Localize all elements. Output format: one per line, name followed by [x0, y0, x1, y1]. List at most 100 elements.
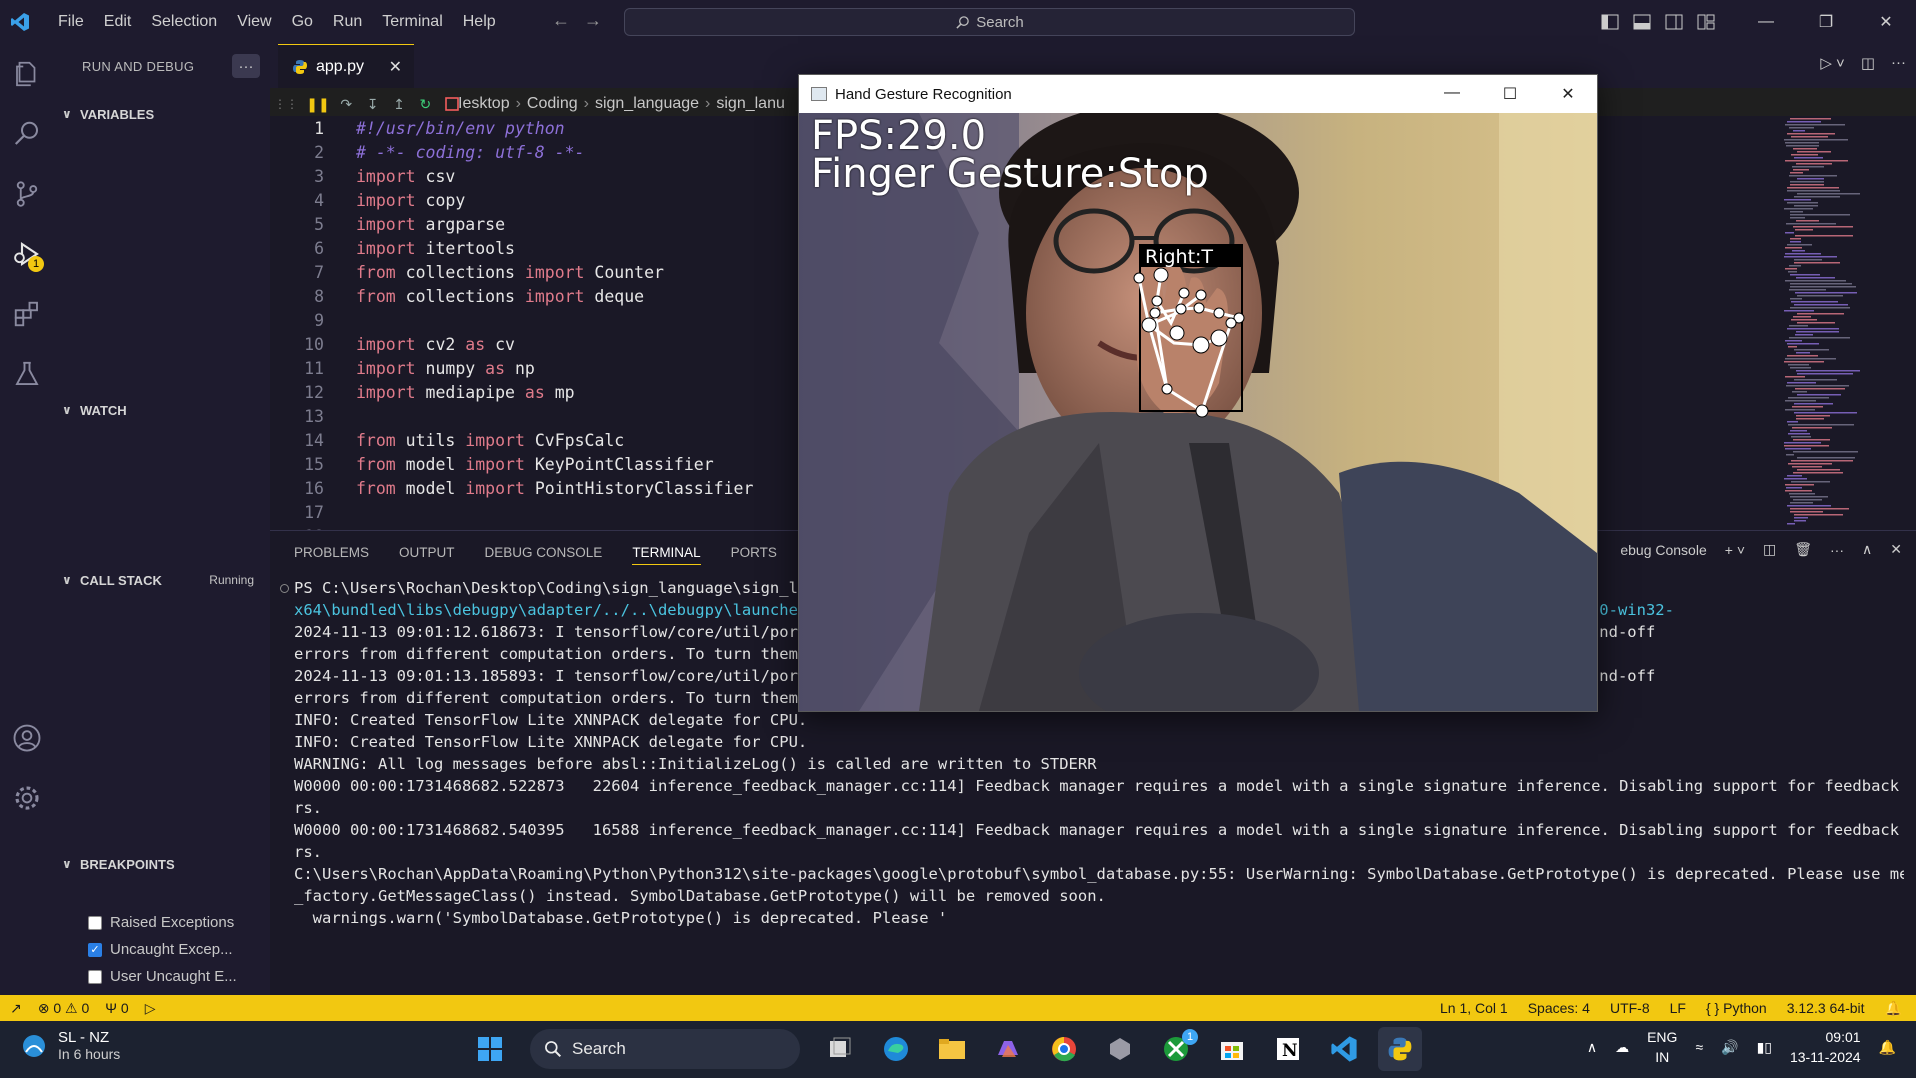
debug-launch-icon[interactable]: ▷: [145, 1000, 156, 1017]
weather-widget[interactable]: SL - NZ In 6 hours: [20, 1029, 120, 1062]
code-line[interactable]: 8 from collections import deque: [270, 284, 800, 308]
menu-go[interactable]: Go: [282, 0, 323, 44]
step-over-icon[interactable]: ↷: [338, 94, 354, 114]
taskbar-search[interactable]: Search: [530, 1029, 800, 1069]
gesture-window-titlebar[interactable]: Hand Gesture Recognition — ☐ ✕: [799, 75, 1597, 113]
tab-output[interactable]: OUTPUT: [399, 545, 455, 565]
toggle-secondary-sidebar-icon[interactable]: [1658, 14, 1690, 30]
menu-edit[interactable]: Edit: [94, 0, 142, 44]
remote-indicator-icon[interactable]: ↗: [10, 1000, 22, 1017]
vscode-taskbar-icon[interactable]: [1322, 1027, 1366, 1071]
more-actions-icon[interactable]: ···: [1830, 542, 1844, 558]
close-window-button[interactable]: ✕: [1856, 0, 1916, 44]
menu-run[interactable]: Run: [323, 0, 372, 44]
breadcrumb-item[interactable]: Ιesktop: [458, 95, 510, 113]
extensions-icon[interactable]: [0, 284, 54, 344]
clock[interactable]: 09:01 13-11-2024: [1790, 1027, 1861, 1067]
variables-section[interactable]: ∨ VARIABLES: [54, 102, 270, 126]
cursor-position[interactable]: Ln 1, Col 1: [1440, 1000, 1508, 1016]
terminal-name[interactable]: ebug Console: [1620, 542, 1706, 558]
breakpoint-raised-exceptions[interactable]: Raised Exceptions: [88, 914, 234, 931]
back-arrow-icon[interactable]: ←: [552, 10, 570, 31]
breakpoint-user-uncaught[interactable]: User Uncaught E...: [88, 968, 237, 985]
notion-icon[interactable]: N: [1266, 1027, 1310, 1071]
file-explorer-icon[interactable]: [930, 1027, 974, 1071]
code-editor[interactable]: 1 #!/usr/bin/env python 2 # -*- coding: utf…: [270, 116, 800, 530]
breakpoints-section[interactable]: ∨ BREAKPOINTS: [54, 852, 270, 876]
maximize-panel-icon[interactable]: ∧: [1862, 541, 1872, 558]
tab-problems[interactable]: PROBLEMS: [294, 545, 369, 565]
copilot-icon[interactable]: [986, 1027, 1030, 1071]
breadcrumb-item[interactable]: sign_lanu: [716, 95, 785, 113]
language-mode[interactable]: { } Python: [1706, 1000, 1767, 1016]
python-interpreter[interactable]: 3.12.3 64-bit: [1787, 1000, 1865, 1016]
battery-icon[interactable]: ▮▯: [1757, 1039, 1772, 1056]
code-line[interactable]: 10 import cv2 as cv: [270, 332, 800, 356]
code-line[interactable]: 9: [270, 308, 800, 332]
explorer-icon[interactable]: [0, 44, 54, 104]
breakpoint-uncaught-exceptions[interactable]: ✓ Uncaught Excep...: [88, 941, 233, 958]
microsoft-store-icon[interactable]: [1210, 1027, 1254, 1071]
xbox-icon[interactable]: 1: [1154, 1027, 1198, 1071]
restart-icon[interactable]: ↻: [417, 94, 433, 114]
code-line[interactable]: 6 import itertools: [270, 236, 800, 260]
checkbox[interactable]: [88, 969, 102, 984]
minimap[interactable]: [1782, 116, 1902, 530]
python-taskbar-icon[interactable]: [1378, 1027, 1422, 1071]
code-line[interactable]: 14 from utils import CvFpsCalc: [270, 428, 800, 452]
code-line[interactable]: 11 import numpy as np: [270, 356, 800, 380]
wifi-icon[interactable]: ≈: [1695, 1039, 1703, 1055]
edge-browser-icon[interactable]: [874, 1027, 918, 1071]
code-line[interactable]: 17: [270, 500, 800, 524]
menu-selection[interactable]: Selection: [141, 0, 227, 44]
ports-indicator[interactable]: Ψ 0: [105, 1000, 128, 1016]
split-editor-icon[interactable]: ◫: [1861, 54, 1875, 72]
more-actions-icon[interactable]: ···: [232, 54, 260, 78]
start-button-windows-icon[interactable]: [468, 1027, 512, 1071]
menu-file[interactable]: File: [48, 0, 94, 44]
tab-app-py[interactable]: app.py ✕: [278, 44, 414, 88]
code-line[interactable]: 4 import copy: [270, 188, 800, 212]
minimize-button[interactable]: —: [1736, 0, 1796, 44]
maximize-button[interactable]: ❐: [1796, 0, 1856, 44]
customize-layout-icon[interactable]: [1690, 14, 1722, 30]
toggle-panel-icon[interactable]: [1626, 14, 1658, 30]
end-of-line[interactable]: LF: [1670, 1000, 1686, 1016]
testing-flask-icon[interactable]: [0, 344, 54, 404]
step-into-icon[interactable]: ↧: [364, 94, 380, 114]
source-control-icon[interactable]: [0, 164, 54, 224]
menu-terminal[interactable]: Terminal: [372, 0, 452, 44]
checkbox-checked[interactable]: ✓: [88, 942, 102, 957]
checkbox[interactable]: [88, 915, 102, 930]
maximize-button[interactable]: ☐: [1481, 84, 1539, 104]
settings-gear-icon[interactable]: [0, 768, 54, 828]
code-line[interactable]: 2 # -*- coding: utf-8 -*-: [270, 140, 800, 164]
code-line[interactable]: 13: [270, 404, 800, 428]
call-stack-section[interactable]: ∨ CALL STACK Running: [54, 568, 270, 592]
close-tab-icon[interactable]: ✕: [389, 57, 402, 77]
accounts-icon[interactable]: [0, 708, 54, 768]
breadcrumb-item[interactable]: sign_language: [595, 95, 699, 113]
chrome-browser-icon[interactable]: [1042, 1027, 1086, 1071]
encoding[interactable]: UTF-8: [1610, 1000, 1650, 1016]
pause-icon[interactable]: ❚❚: [306, 94, 329, 114]
notifications-bell-icon[interactable]: 🔔: [1879, 1039, 1896, 1056]
code-line[interactable]: 5 import argparse: [270, 212, 800, 236]
menu-view[interactable]: View: [227, 0, 281, 44]
code-line[interactable]: 16 from model import PointHistoryClassifi…: [270, 476, 800, 500]
code-line[interactable]: 12 import mediapipe as mp: [270, 380, 800, 404]
run-and-debug-icon[interactable]: 1: [0, 224, 54, 284]
search-icon[interactable]: [0, 104, 54, 164]
forward-arrow-icon[interactable]: →: [584, 10, 602, 31]
minimize-button[interactable]: —: [1423, 84, 1481, 104]
trash-icon[interactable]: 🗑: [1794, 541, 1812, 558]
notifications-bell-icon[interactable]: 🔔: [1885, 1000, 1902, 1017]
code-line[interactable]: 7 from collections import Counter: [270, 260, 800, 284]
menu-help[interactable]: Help: [453, 0, 506, 44]
indentation[interactable]: Spaces: 4: [1528, 1000, 1590, 1016]
tab-debug-console[interactable]: DEBUG CONSOLE: [485, 545, 603, 565]
split-terminal-icon[interactable]: ◫: [1763, 541, 1776, 558]
command-center-search[interactable]: Search: [624, 8, 1355, 36]
code-line[interactable]: 15 from model import KeyPointClassifier: [270, 452, 800, 476]
breadcrumb-item[interactable]: Coding: [527, 95, 578, 113]
